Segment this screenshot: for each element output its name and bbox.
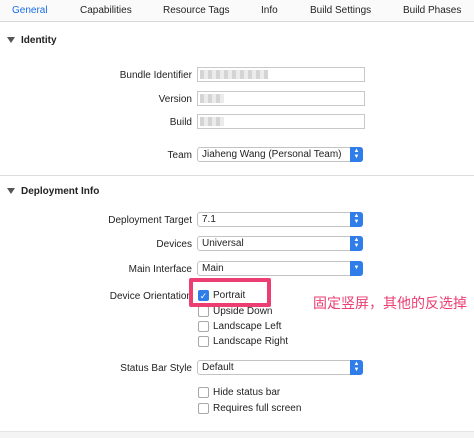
tab-build-settings[interactable]: Build Settings [310, 5, 371, 16]
redacted-value [200, 94, 224, 103]
version-field[interactable] [197, 91, 365, 106]
team-popup[interactable]: Jiaheng Wang (Personal Team) ▲ ▼ [197, 147, 363, 162]
device-orientation-label: Device Orientation [109, 291, 192, 302]
disclosure-triangle-icon[interactable] [7, 37, 15, 43]
status-bar-style-value: Default [202, 362, 234, 373]
orientation-label: Landscape Right [213, 336, 289, 347]
checkbox[interactable] [198, 321, 209, 332]
bundle-identifier-field[interactable] [197, 67, 365, 82]
chevron-updown-icon: ▲ ▼ [350, 360, 363, 375]
redacted-value [200, 117, 224, 126]
section-title-deployment-info: Deployment Info [21, 186, 100, 197]
requires-full-screen-label: Requires full screen [213, 403, 302, 414]
chevron-down-icon: ▼ [350, 261, 363, 276]
tab-build-phases[interactable]: Build Phases [403, 5, 461, 16]
chevron-updown-icon: ▲ ▼ [350, 147, 363, 162]
identity-section-header[interactable]: Identity [0, 31, 474, 53]
status-bar-style-popup[interactable]: Default ▲ ▼ [197, 360, 363, 375]
devices-popup[interactable]: Universal ▲ ▼ [197, 236, 363, 251]
annotation-highlight-box [189, 278, 271, 307]
next-section-edge [0, 431, 474, 438]
tab-resource-tags[interactable]: Resource Tags [163, 5, 230, 16]
main-interface-label: Main Interface [128, 264, 192, 275]
annotation-text: 固定竖屏，其他的反选掉 [313, 295, 467, 311]
checkbox[interactable] [198, 306, 209, 317]
chevron-updown-icon: ▲ ▼ [350, 236, 363, 251]
team-value: Jiaheng Wang (Personal Team) [202, 149, 342, 160]
main-interface-combo[interactable]: Main ▼ [197, 261, 363, 276]
hide-status-bar-label: Hide status bar [213, 387, 281, 398]
tab-bar: General Capabilities Resource Tags Info … [0, 0, 474, 22]
deployment-target-popup[interactable]: 7.1 ▲ ▼ [197, 212, 363, 227]
checkbox[interactable] [198, 403, 209, 414]
status-bar-style-label: Status Bar Style [120, 363, 192, 374]
tab-info[interactable]: Info [261, 5, 278, 16]
devices-label: Devices [156, 239, 192, 250]
orientation-label: Upside Down [213, 306, 273, 317]
redacted-value [200, 70, 268, 79]
section-divider [0, 175, 474, 176]
build-label: Build [169, 117, 192, 128]
tab-general[interactable]: General [12, 5, 48, 16]
bundle-identifier-label: Bundle Identifier [119, 70, 192, 81]
tab-capabilities[interactable]: Capabilities [80, 5, 132, 16]
deployment-target-label: Deployment Target [108, 215, 192, 226]
disclosure-triangle-icon[interactable] [7, 188, 15, 194]
checkbox[interactable] [198, 387, 209, 398]
main-interface-value: Main [202, 263, 224, 274]
deployment-target-value: 7.1 [202, 214, 216, 225]
deployment-section-header[interactable]: Deployment Info [0, 182, 474, 204]
team-label: Team [167, 150, 192, 161]
devices-value: Universal [202, 238, 244, 249]
chevron-updown-icon: ▲ ▼ [350, 212, 363, 227]
build-field[interactable] [197, 114, 365, 129]
checkbox[interactable] [198, 336, 209, 347]
version-label: Version [158, 94, 192, 105]
section-title-identity: Identity [21, 35, 57, 46]
orientation-label: Landscape Left [213, 321, 282, 332]
